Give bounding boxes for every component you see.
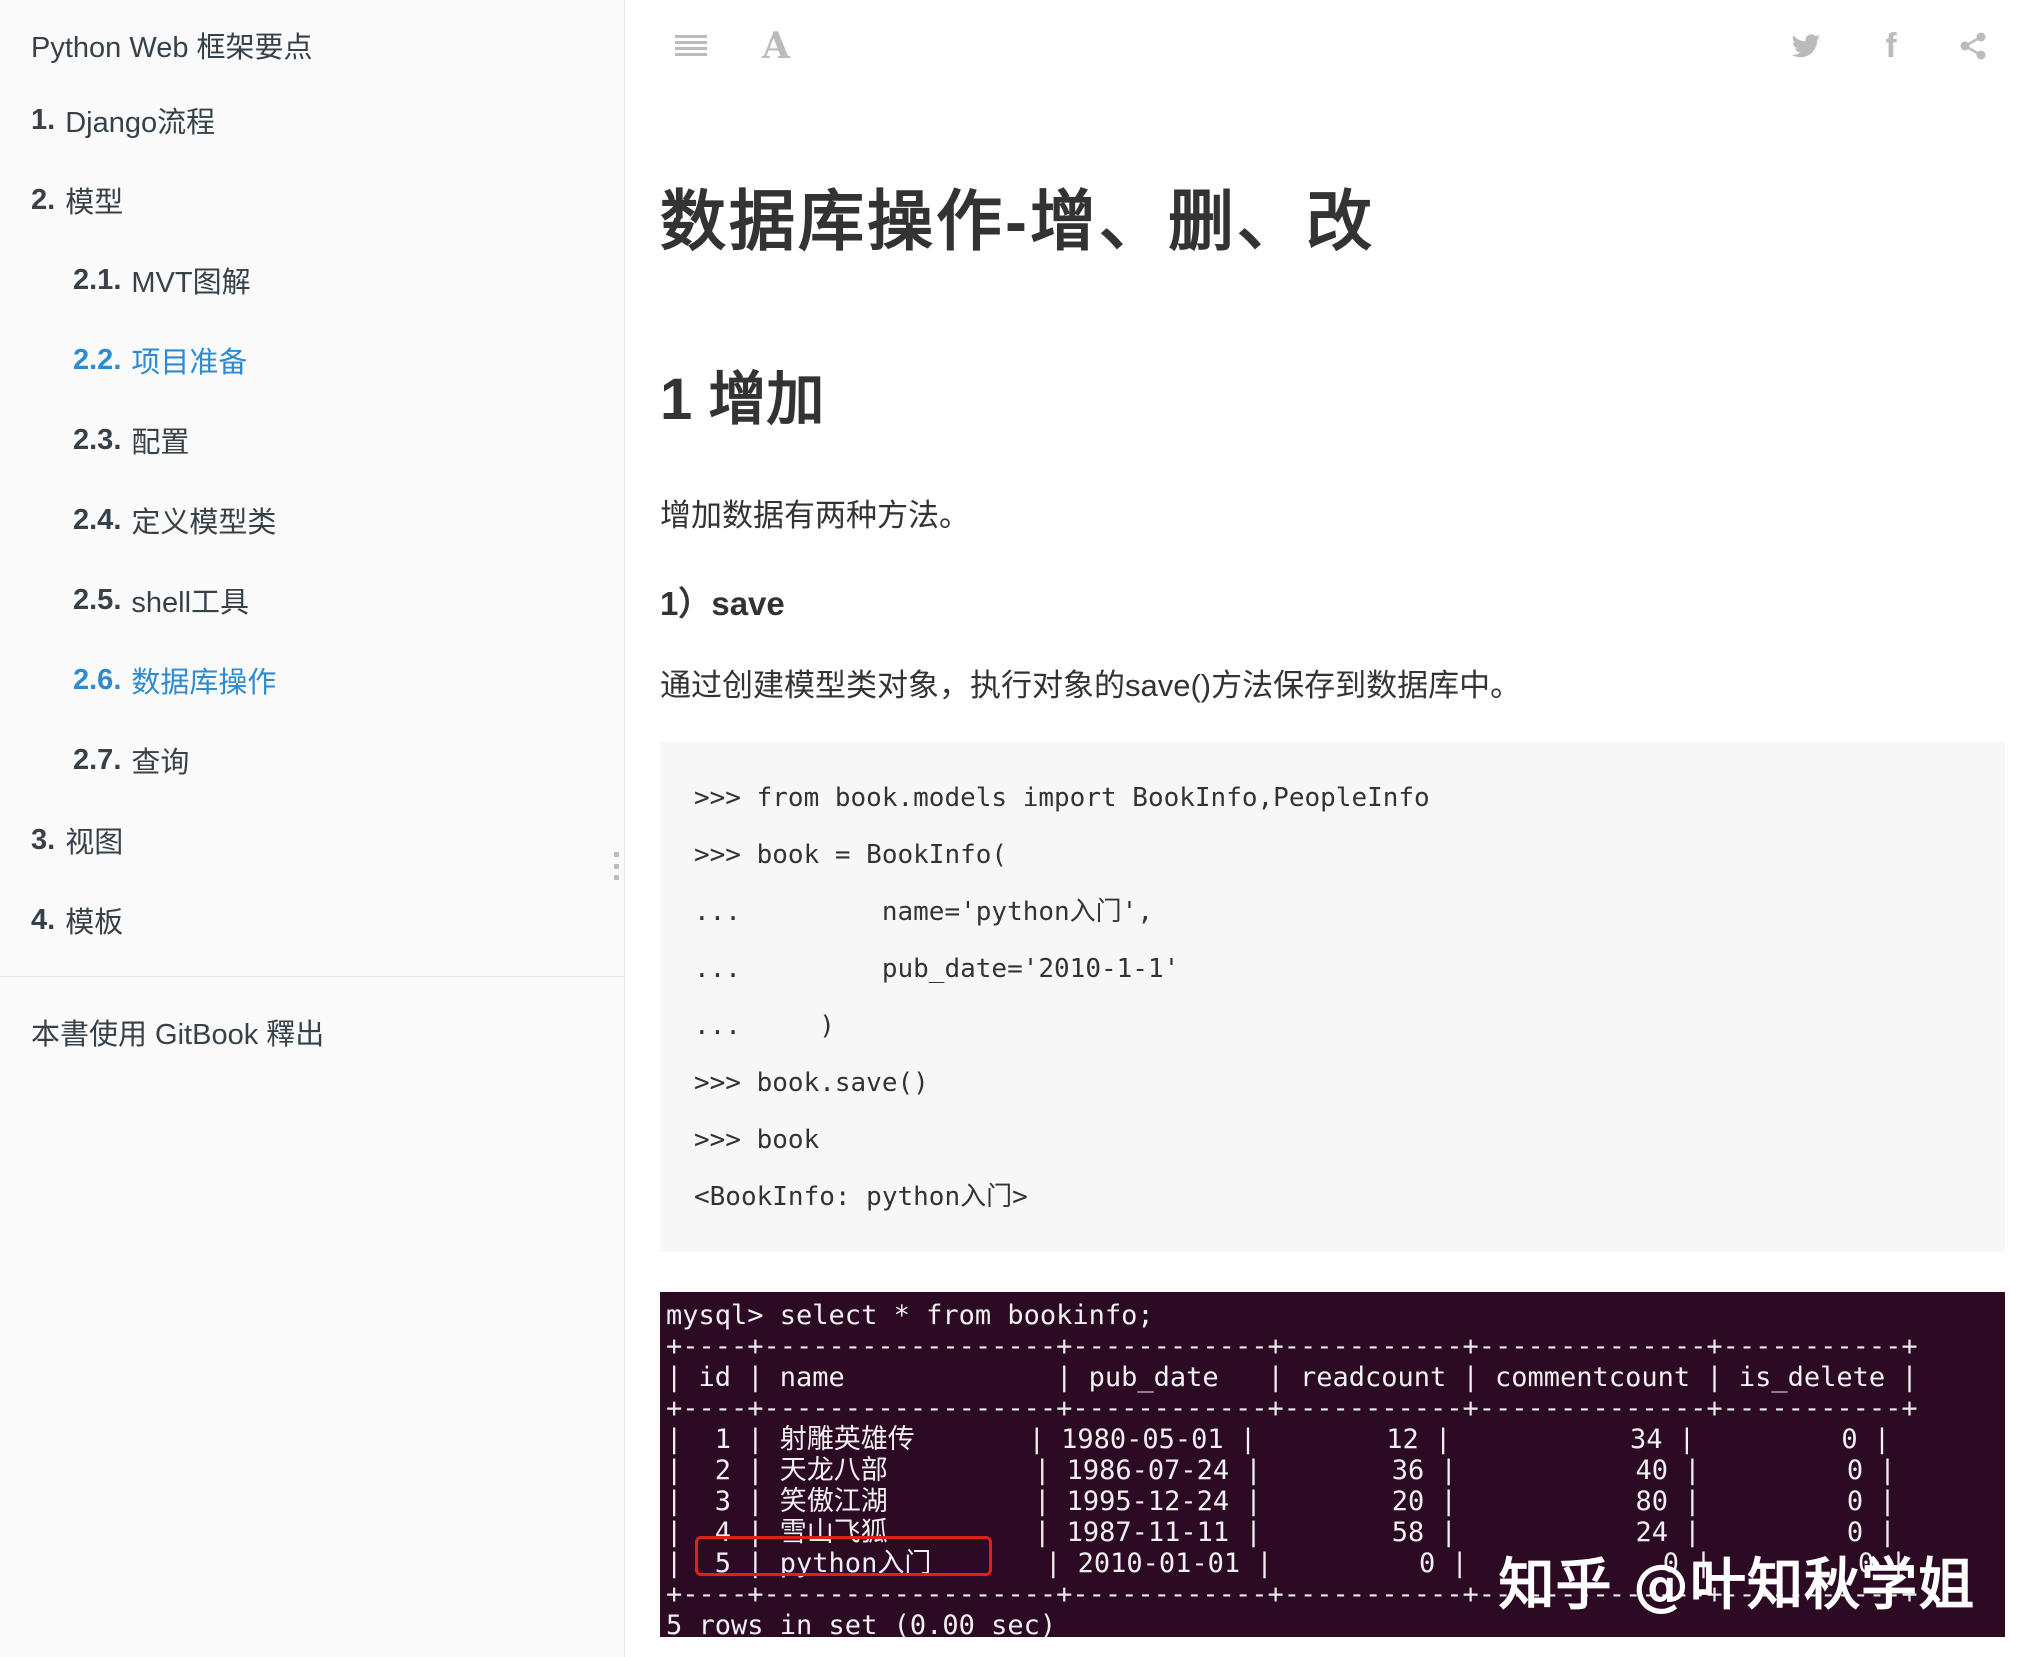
sidebar-item-project-prep[interactable]: 2.2. 项目准备 bbox=[0, 320, 624, 400]
sidebar-item-template[interactable]: 4. 模板 bbox=[0, 880, 624, 960]
terminal-line: | 3 | 笑傲江湖 | 1995-12-24 | 20 | 80 | 0 | bbox=[666, 1486, 1896, 1517]
page-title: 数据库操作-增、删、改 bbox=[660, 184, 1375, 258]
sidebar-header-link[interactable]: Python Web 框架要点 bbox=[0, 10, 624, 80]
sidebar-item-label: 视图 bbox=[65, 827, 124, 859]
sidebar-item-label: 项目准备 bbox=[131, 347, 248, 379]
sidebar-item-django-flow[interactable]: 1. Django流程 bbox=[0, 80, 624, 160]
sidebar-item-label: 查询 bbox=[131, 747, 190, 779]
sidebar-item-view[interactable]: 3. 视图 bbox=[0, 800, 624, 880]
code-line: >>> book = BookInfo( bbox=[694, 840, 1008, 870]
highlight-box bbox=[695, 1536, 992, 1576]
sidebar-item-label: 数据库操作 bbox=[131, 667, 277, 699]
sidebar-item-label: MVT图解 bbox=[131, 267, 251, 299]
sidebar-item-define-model[interactable]: 2.4. 定义模型类 bbox=[0, 480, 624, 560]
code-line: ... name='python入门', bbox=[694, 897, 1153, 927]
gitbook-footer-link[interactable]: 本書使用 GitBook 釋出 bbox=[0, 977, 624, 1087]
code-line: >>> book.save() bbox=[694, 1068, 929, 1098]
sidebar-item-num: 2.4. bbox=[73, 503, 122, 536]
sidebar-item-model[interactable]: 2. 模型 bbox=[0, 160, 624, 240]
sidebar-item-mvt[interactable]: 2.1. MVT图解 bbox=[0, 240, 624, 320]
toolbar: A f bbox=[626, 0, 2025, 90]
code-line: >>> book bbox=[694, 1125, 820, 1155]
sidebar-item-num: 2.2. bbox=[73, 343, 122, 376]
sidebar-item-num: 3. bbox=[31, 823, 56, 856]
section-heading: 1 增加 bbox=[660, 367, 825, 432]
twitter-icon[interactable] bbox=[1786, 26, 1826, 66]
mysql-terminal-screenshot: mysql> select * from bookinfo; +----+---… bbox=[660, 1292, 2005, 1637]
sidebar-item-config[interactable]: 2.3. 配置 bbox=[0, 400, 624, 480]
sidebar-item-num: 2.1. bbox=[73, 263, 122, 296]
sidebar-item-label: shell工具 bbox=[131, 587, 250, 619]
sidebar-item-label: 定义模型类 bbox=[131, 507, 277, 539]
terminal-line: +----+------------------+------------+--… bbox=[666, 1331, 1918, 1362]
code-line: ... ) bbox=[694, 1011, 835, 1041]
sidebar-item-label: 配置 bbox=[131, 427, 190, 459]
sidebar-item-num: 2.5. bbox=[73, 583, 122, 616]
sidebar-item-num: 1. bbox=[31, 103, 56, 136]
sidebar-item-query[interactable]: 2.7. 查询 bbox=[0, 720, 624, 800]
sidebar-item-num: 2.7. bbox=[73, 743, 122, 776]
font-settings-icon[interactable]: A bbox=[756, 25, 796, 67]
menu-icon[interactable] bbox=[671, 26, 711, 66]
sidebar-resize-handle[interactable] bbox=[612, 852, 620, 880]
sidebar-item-num: 2.6. bbox=[73, 663, 122, 696]
terminal-line: +----+------------------+------------+--… bbox=[666, 1393, 1918, 1424]
sidebar-item-num: 2.3. bbox=[73, 423, 122, 456]
share-icon[interactable] bbox=[1953, 26, 1993, 66]
intro-paragraph: 增加数据有两种方法。 bbox=[660, 498, 970, 533]
watermark: 知乎 @叶知秋学姐 bbox=[1498, 1553, 1975, 1618]
sidebar-item-label: 模板 bbox=[65, 907, 124, 939]
terminal-line: | id | name | pub_date | readcount | com… bbox=[666, 1362, 1918, 1393]
code-block[interactable]: >>> from book.models import BookInfo,Peo… bbox=[660, 742, 2005, 1252]
description-paragraph: 通过创建模型类对象，执行对象的save()方法保存到数据库中。 bbox=[660, 668, 1522, 703]
terminal-line: | 1 | 射雕英雄传 | 1980-05-01 | 12 | 34 | 0 | bbox=[666, 1424, 1891, 1455]
code-line: ... pub_date='2010-1-1' bbox=[694, 954, 1180, 984]
subsection-heading: 1）save bbox=[660, 585, 785, 622]
facebook-icon[interactable]: f bbox=[1871, 26, 1911, 66]
code-line: >>> from book.models import BookInfo,Peo… bbox=[694, 783, 1430, 813]
sidebar: Python Web 框架要点 1. Django流程 2. 模型 2.1. M… bbox=[0, 0, 625, 1657]
terminal-line: | 2 | 天龙八部 | 1986-07-24 | 36 | 40 | 0 | bbox=[666, 1455, 1896, 1486]
sidebar-item-db-ops[interactable]: 2.6. 数据库操作 bbox=[0, 640, 624, 720]
sidebar-header-label: Python Web 框架要点 bbox=[31, 32, 313, 64]
gitbook-footer-label: 本書使用 GitBook 釋出 bbox=[31, 1019, 325, 1051]
sidebar-item-shell-tool[interactable]: 2.5. shell工具 bbox=[0, 560, 624, 640]
sidebar-item-num: 2. bbox=[31, 183, 56, 216]
terminal-line: mysql> select * from bookinfo; bbox=[666, 1300, 1154, 1331]
sidebar-item-num: 4. bbox=[31, 903, 56, 936]
sidebar-item-label: 模型 bbox=[65, 187, 124, 219]
toc-list: Python Web 框架要点 1. Django流程 2. 模型 2.1. M… bbox=[0, 0, 624, 960]
code-line: <BookInfo: python入门> bbox=[694, 1182, 1028, 1212]
sidebar-item-label: Django流程 bbox=[65, 107, 216, 139]
